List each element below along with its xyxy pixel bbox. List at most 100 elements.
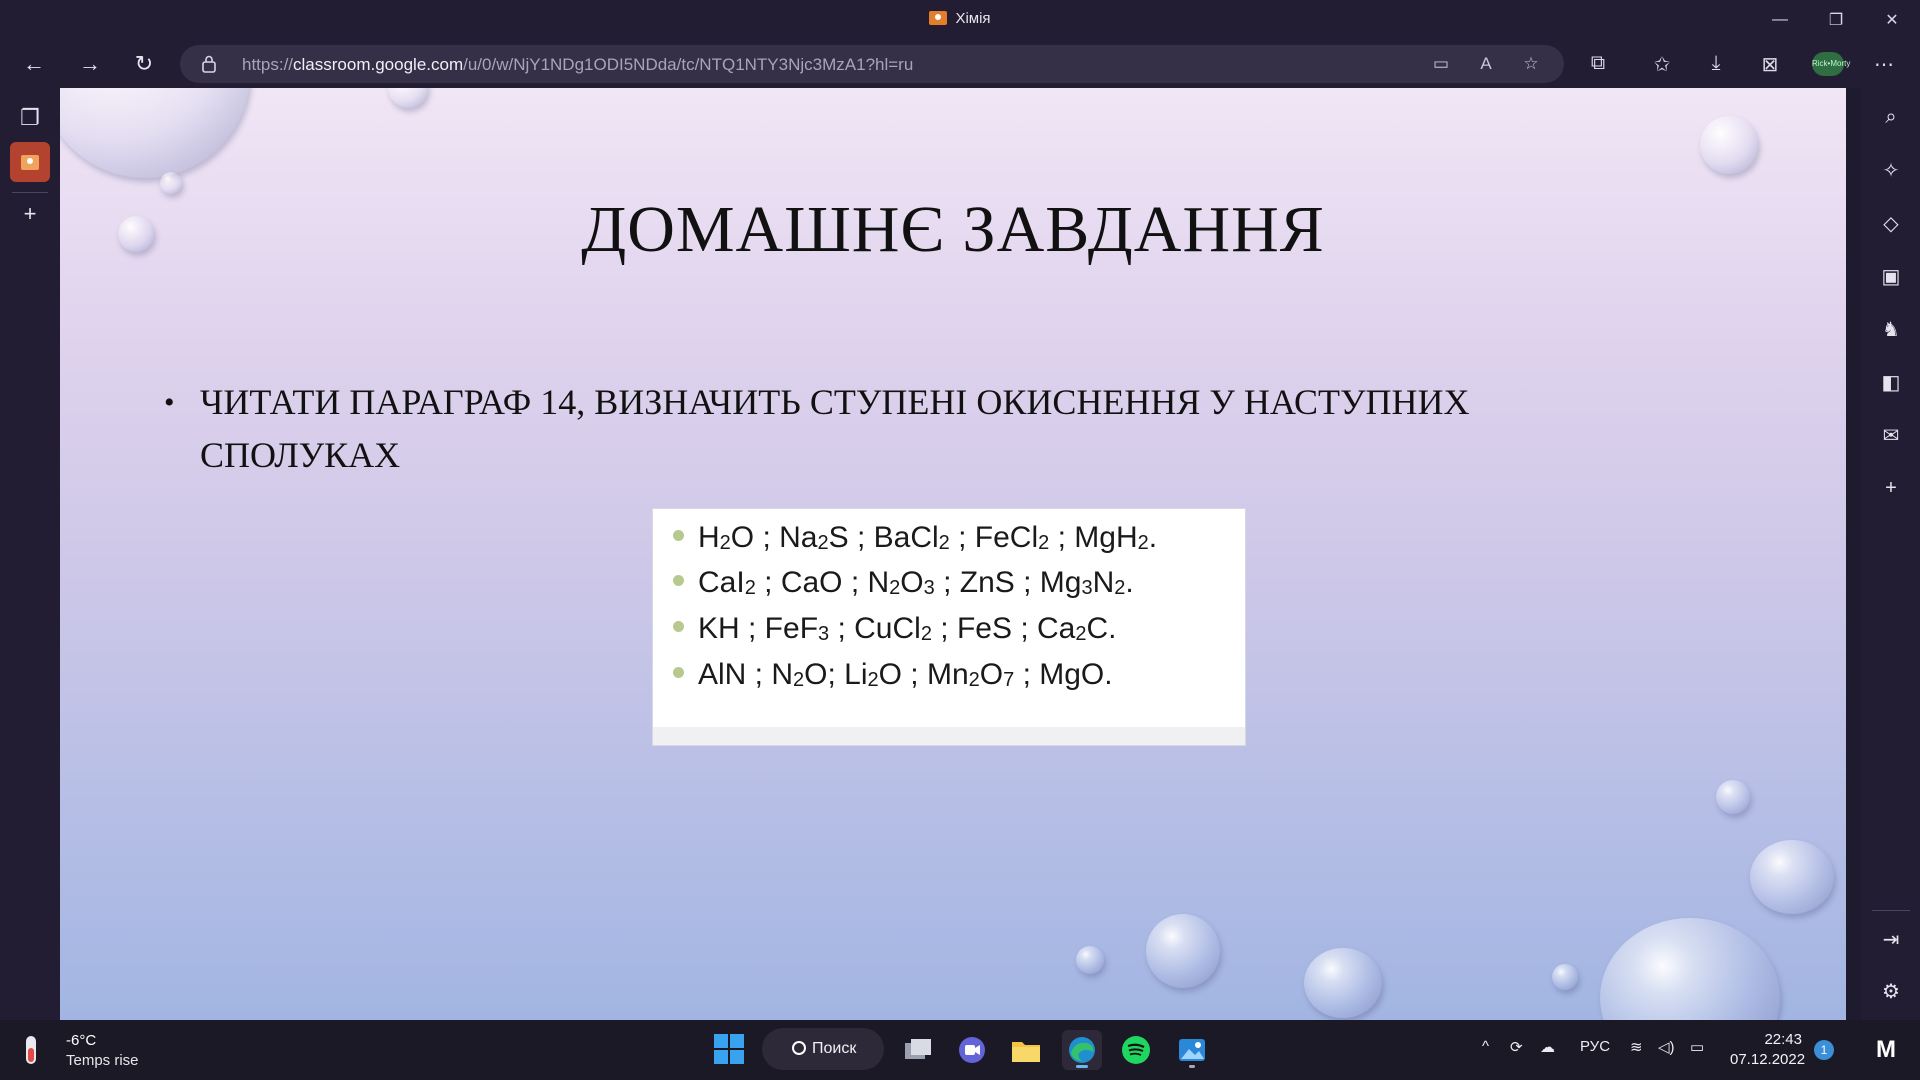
- presentation-slide: ДОМАШНЄ ЗАВДАННЯ • ЧИТАТИ ПАРАГРАФ 14, В…: [60, 88, 1846, 1020]
- wifi-icon[interactable]: ≋: [1630, 1038, 1643, 1056]
- search-magnifier-icon: [792, 1041, 806, 1055]
- slide-title: ДОМАШНЄ ЗАВДАННЯ: [581, 193, 1325, 266]
- list-bullet: [673, 667, 684, 678]
- formula-text: H2O ; Na2S ; BaCl2 ; FeCl2 ; MgH2.: [698, 521, 1158, 554]
- extensions-icon[interactable]: ⧉: [1584, 52, 1612, 78]
- corner-app-logo[interactable]: M: [1876, 1036, 1896, 1064]
- list-bullet: [673, 621, 684, 632]
- discover-icon[interactable]: ✧: [1876, 155, 1906, 185]
- url-prefix: https://: [242, 55, 294, 74]
- edge-browser-icon[interactable]: [1062, 1030, 1102, 1070]
- settings-gear-icon[interactable]: ⚙: [1876, 976, 1906, 1006]
- minimize-button[interactable]: —: [1752, 0, 1808, 40]
- list-bullet: [673, 575, 684, 586]
- photos-icon[interactable]: [1172, 1030, 1212, 1070]
- start-button[interactable]: [714, 1034, 744, 1064]
- onedrive-cloud-icon[interactable]: ☁: [1540, 1038, 1555, 1056]
- formula-row: KH ; FeF3 ; CuCl2 ; FeS ; Ca2C.: [673, 612, 1116, 646]
- clock-date: 07.12.2022: [1730, 1051, 1806, 1068]
- volume-icon[interactable]: ◁): [1658, 1038, 1675, 1056]
- url-domain: classroom.google.com: [293, 55, 464, 74]
- decorative-bubble: [1552, 964, 1578, 990]
- lock-icon[interactable]: [202, 55, 216, 73]
- formula-image: H2O ; Na2S ; BaCl2 ; FeCl2 ; MgH2. CaI2 …: [652, 508, 1246, 746]
- downloads-icon[interactable]: ⤓: [1702, 52, 1730, 78]
- favorites-icon[interactable]: ✩: [1648, 52, 1676, 78]
- classroom-tab-icon: [21, 154, 39, 170]
- web-capture-icon[interactable]: ⊠: [1756, 52, 1784, 78]
- bullet-line-1: ЧИТАТИ ПАРАГРАФ 14, ВИЗНАЧИТЬ СТУПЕНІ ОК…: [200, 382, 1470, 422]
- image-bottom-strip: [653, 727, 1245, 745]
- formula-text: AlN ; N2O; Li2O ; Mn2O7 ; MgO.: [698, 658, 1113, 691]
- close-button[interactable]: ✕: [1864, 0, 1920, 40]
- restore-button[interactable]: ❐: [1808, 0, 1864, 40]
- hide-sidebar-icon[interactable]: ⇥: [1876, 924, 1906, 954]
- sync-icon[interactable]: ⟳: [1510, 1038, 1523, 1056]
- decorative-bubble: [1716, 780, 1750, 814]
- notification-badge[interactable]: 1: [1814, 1040, 1834, 1060]
- outlook-icon[interactable]: ✉: [1876, 420, 1906, 450]
- add-favorite-icon[interactable]: ☆: [1520, 54, 1542, 76]
- media-blocked-icon[interactable]: ▭: [1430, 54, 1452, 76]
- decorative-bubble: [1076, 946, 1104, 974]
- taskbar-search-label: Поиск: [812, 1040, 857, 1057]
- tab-classroom[interactable]: [10, 142, 50, 182]
- add-sidebar-app-icon[interactable]: +: [1876, 473, 1906, 503]
- windows-logo-pane: [714, 1034, 728, 1048]
- window-title: Хімія: [0, 10, 1920, 27]
- url-text[interactable]: https://classroom.google.com/u/0/w/NjY1N…: [242, 55, 913, 75]
- teams-chat-icon[interactable]: [952, 1030, 992, 1070]
- system-clock[interactable]: 22:43 07.12.2022: [1730, 1030, 1806, 1070]
- language-indicator[interactable]: РУС: [1580, 1038, 1610, 1055]
- edge-sidebar: ⌕ ✧ ◇ ▣ ♞ ◧ ✉ + ⇥ ⚙: [1862, 88, 1920, 1020]
- active-indicator: [1076, 1065, 1088, 1068]
- read-aloud-icon[interactable]: A: [1475, 54, 1497, 76]
- file-explorer-icon[interactable]: [1006, 1030, 1046, 1070]
- forward-button[interactable]: →: [72, 48, 108, 80]
- weather-description: Temps rise: [66, 1052, 139, 1069]
- windows-logo-pane: [714, 1050, 728, 1064]
- show-hidden-icons-chevron[interactable]: ^: [1482, 1038, 1489, 1055]
- profile-avatar[interactable]: Rick•Morty: [1812, 52, 1850, 76]
- tab-actions-icon[interactable]: ❐: [10, 98, 50, 138]
- games-icon[interactable]: ♞: [1876, 314, 1906, 344]
- address-bar[interactable]: https://classroom.google.com/u/0/w/NjY1N…: [180, 45, 1564, 83]
- list-bullet: [673, 530, 684, 541]
- decorative-bubble: [1146, 914, 1220, 988]
- slide-bullet: • ЧИТАТИ ПАРАГРАФ 14, ВИЗНАЧИТЬ СТУПЕНІ …: [164, 376, 1660, 482]
- bullet-line-2: СПОЛУКАХ: [200, 435, 401, 475]
- windows-taskbar: -6°C Temps rise Поиск ^ ⟳ ☁ РУС ≋ ◁) ▭ 2…: [0, 1020, 1920, 1080]
- weather-temperature: -6°C: [66, 1032, 97, 1049]
- decorative-bubble: [60, 88, 250, 178]
- classroom-favicon-icon: [929, 11, 948, 25]
- formula-row: AlN ; N2O; Li2O ; Mn2O7 ; MgO.: [673, 658, 1113, 692]
- decorative-bubble: [1700, 116, 1758, 174]
- task-view-icon[interactable]: [898, 1030, 938, 1070]
- browser-toolbar: ← → ↻ https://classroom.google.com/u/0/w…: [0, 40, 1920, 88]
- shopping-tag-icon[interactable]: ◇: [1876, 208, 1906, 238]
- office-icon[interactable]: ◧: [1876, 367, 1906, 397]
- decorative-bubble: [388, 88, 428, 108]
- more-menu-icon[interactable]: ⋯: [1870, 52, 1898, 78]
- taskbar-search[interactable]: Поиск: [762, 1028, 884, 1070]
- window-titlebar: Хімія — ❐ ✕: [0, 0, 1920, 40]
- new-tab-icon[interactable]: +: [10, 194, 50, 234]
- reload-button[interactable]: ↻: [126, 48, 162, 80]
- spotify-icon[interactable]: [1116, 1030, 1156, 1070]
- window-title-text: Хімія: [955, 10, 991, 27]
- decorative-bubble: [1750, 840, 1834, 914]
- clock-time: 22:43: [1764, 1031, 1802, 1048]
- running-indicator: [1189, 1065, 1195, 1068]
- bullet-mark: •: [164, 386, 175, 419]
- windows-logo-pane: [730, 1050, 744, 1064]
- decorative-bubble: [1600, 918, 1780, 1020]
- back-button[interactable]: ←: [16, 48, 52, 80]
- vertical-tabs-sidebar: ❐ +: [0, 88, 60, 1020]
- formula-text: KH ; FeF3 ; CuCl2 ; FeS ; Ca2C.: [698, 612, 1117, 645]
- tools-briefcase-icon[interactable]: ▣: [1876, 261, 1906, 291]
- sidebar-search-icon[interactable]: ⌕: [1876, 102, 1906, 132]
- battery-icon[interactable]: ▭: [1690, 1038, 1704, 1056]
- url-path: /u/0/w/NjY1NDg1ODI5NDda/tc/NTQ1NTY3Njc3M…: [463, 55, 914, 74]
- sidebar-divider: [12, 192, 48, 193]
- sidebar-divider: [1872, 910, 1910, 911]
